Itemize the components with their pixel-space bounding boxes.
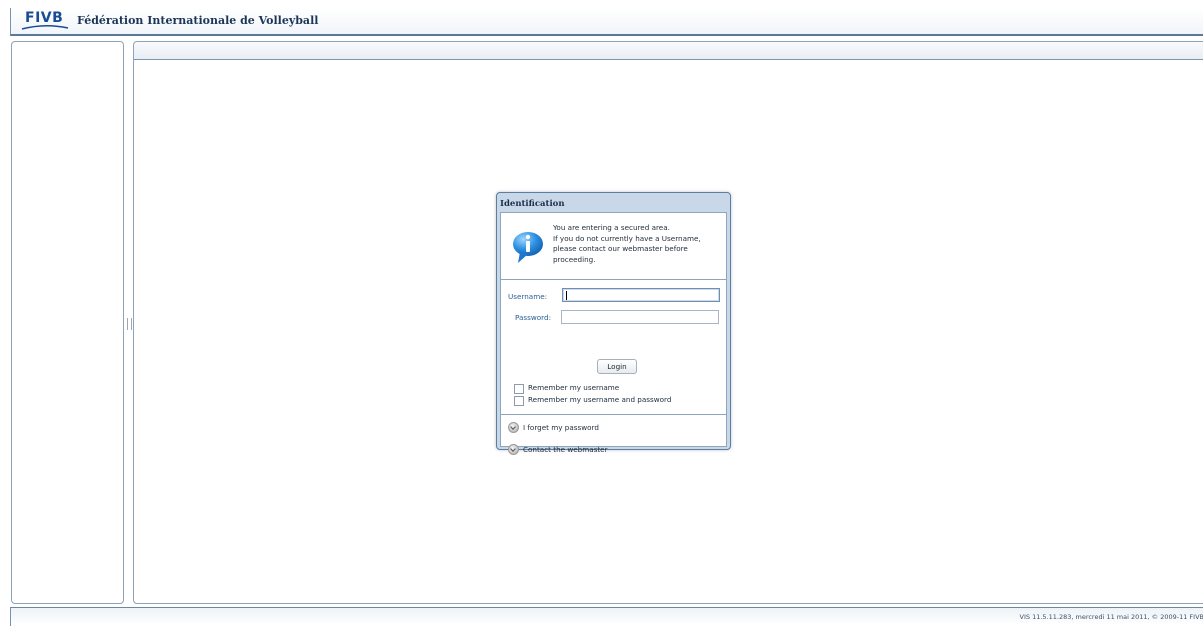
password-label: Password: <box>515 313 551 322</box>
dialog-title: Identification <box>500 199 565 209</box>
logo-swoosh-icon <box>21 25 69 30</box>
info-line: please contact our webmaster before <box>553 244 688 253</box>
remember-username-password-checkbox[interactable] <box>514 396 524 406</box>
contact-webmaster-label[interactable]: Contact the webmaster <box>523 445 608 454</box>
status-bar: VIS 11.5.11.283, mercredi 11 mai 2011, ©… <box>10 607 1203 626</box>
chevron-down-icon[interactable] <box>508 422 519 433</box>
text-caret <box>566 291 567 300</box>
username-input[interactable] <box>562 288 720 302</box>
remember-username-label[interactable]: Remember my username <box>528 383 619 392</box>
info-icon <box>513 232 543 263</box>
fivb-logo[interactable]: FIVB <box>21 10 69 30</box>
login-dialog: Identification You are entering a secure… <box>496 192 731 455</box>
remember-username-password-label[interactable]: Remember my username and password <box>528 395 671 404</box>
info-line: proceeding. <box>553 254 596 264</box>
panel-splitter-handle[interactable] <box>127 318 132 330</box>
dialog-body: You are entering a secured area. If you … <box>500 212 727 455</box>
forgot-password-label[interactable]: I forget my password <box>523 423 599 432</box>
info-text: You are entering a secured area. If you … <box>553 223 728 265</box>
main-toolbar <box>134 42 1203 60</box>
help-links: I forget my password Contact the webmast… <box>501 414 726 455</box>
left-navigation-panel <box>11 41 124 604</box>
organization-name: Fédération Internationale de Volleyball <box>77 14 319 27</box>
password-input[interactable] <box>561 310 719 324</box>
info-line: You are entering a secured area. <box>553 223 670 232</box>
chevron-down-icon[interactable] <box>508 444 519 455</box>
info-message: You are entering a secured area. If you … <box>501 213 726 280</box>
login-button[interactable]: Login <box>597 359 637 374</box>
app-header: FIVB Fédération Internationale de Volley… <box>10 8 1203 36</box>
username-label: Username: <box>508 292 548 301</box>
info-line: If you do not currently have a Username, <box>553 233 701 243</box>
remember-username-checkbox[interactable] <box>514 384 524 394</box>
version-info: VIS 11.5.11.283, mercredi 11 mai 2011, ©… <box>1019 613 1203 621</box>
